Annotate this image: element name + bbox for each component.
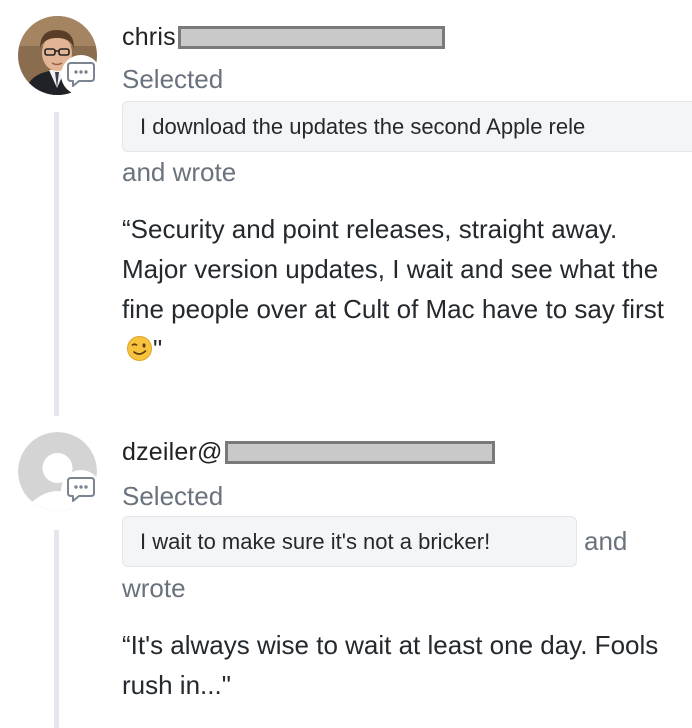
and-wrote-label: and wrote <box>122 157 237 187</box>
thread-line <box>54 530 59 728</box>
comment-body: “Security and point releases, straight a… <box>122 209 682 369</box>
username-text: chris <box>122 22 176 51</box>
selected-label: Selected <box>122 64 224 94</box>
and-label: and <box>584 526 628 556</box>
wrote-label: wrote <box>122 573 186 603</box>
comment-body: “It's always wise to wait at least one d… <box>122 630 659 700</box>
selected-label: Selected <box>122 481 224 511</box>
comment-body-text: “Security and point releases, straight a… <box>122 214 664 324</box>
quoted-selection[interactable]: I download the updates the second Apple … <box>122 101 692 152</box>
username-text: dzeiler@ <box>122 437 223 466</box>
comment-bubble-icon <box>61 470 101 510</box>
thread-line <box>54 112 59 416</box>
username[interactable]: chris <box>122 23 445 51</box>
comment-bubble-icon <box>61 55 101 95</box>
redacted-email <box>177 25 445 49</box>
quoted-selection[interactable]: I wait to make sure it's not a bricker! <box>122 516 577 567</box>
redacted-email <box>224 440 495 464</box>
winking-face-emoji <box>126 333 153 361</box>
username[interactable]: dzeiler@ <box>122 438 495 466</box>
comment-feed: chris Selected I download the updates th… <box>0 0 692 728</box>
comment-body-end: " <box>153 334 163 364</box>
